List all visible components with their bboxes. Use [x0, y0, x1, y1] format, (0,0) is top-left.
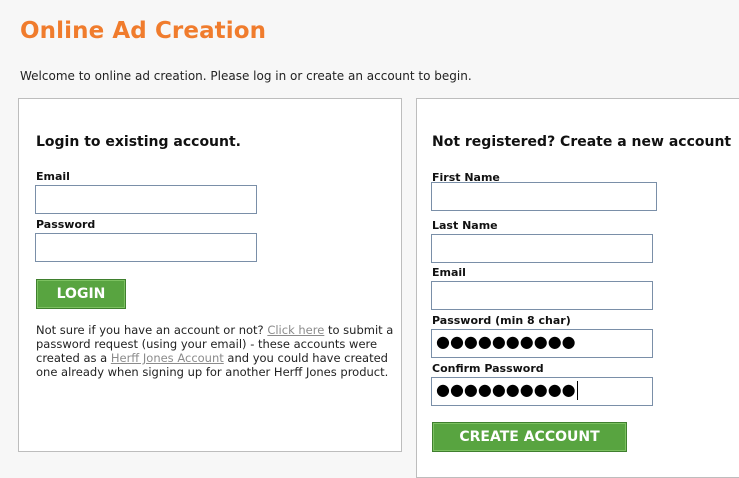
register-email-input[interactable]: [431, 281, 653, 310]
login-heading: Login to existing account.: [36, 134, 242, 150]
register-panel: Not registered? Create a new account Fir…: [416, 98, 739, 478]
first-name-input[interactable]: [431, 182, 657, 211]
text-cursor: [576, 381, 578, 400]
click-here-link[interactable]: Click here: [267, 323, 324, 337]
login-email-input[interactable]: [35, 185, 257, 214]
confirm-password-label: Confirm Password: [432, 362, 544, 375]
page-title: Online Ad Creation: [20, 18, 267, 44]
last-name-input[interactable]: [431, 234, 653, 263]
last-name-label: Last Name: [432, 219, 498, 232]
register-password-input[interactable]: ●●●●●●●●●●: [431, 329, 653, 358]
login-password-label: Password: [36, 218, 96, 231]
login-email-label: Email: [36, 170, 70, 183]
help-text-intro: Not sure if you have an account or not?: [36, 323, 264, 337]
confirm-password-input[interactable]: ●●●●●●●●●●: [431, 377, 653, 406]
register-password-label: Password (min 8 char): [432, 314, 571, 327]
login-panel: Login to existing account. Email Passwor…: [18, 98, 402, 452]
confirm-password-mask: ●●●●●●●●●●: [436, 380, 576, 399]
login-help-text: Not sure if you have an account or not? …: [36, 323, 396, 379]
create-account-button[interactable]: CREATE ACCOUNT: [432, 422, 627, 452]
welcome-text: Welcome to online ad creation. Please lo…: [20, 69, 472, 83]
login-password-input[interactable]: [35, 233, 257, 262]
login-button[interactable]: LOGIN: [36, 279, 126, 309]
register-email-label: Email: [432, 266, 466, 279]
password-mask: ●●●●●●●●●●: [436, 332, 576, 351]
register-heading: Not registered? Create a new account: [432, 134, 732, 150]
herff-jones-account-link[interactable]: Herff Jones Account: [111, 351, 224, 365]
